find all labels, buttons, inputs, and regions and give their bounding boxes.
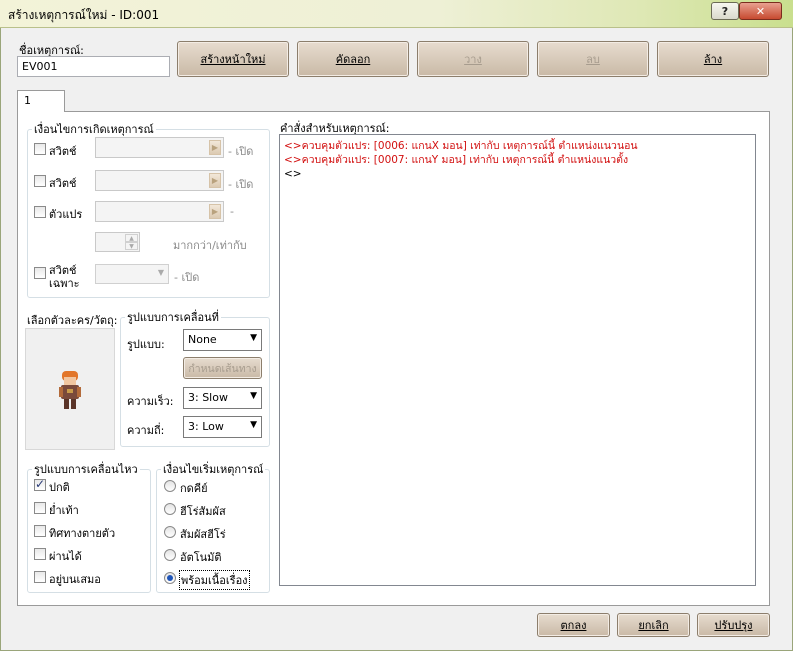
ok-button[interactable]: ตกลง — [537, 613, 610, 637]
variable-suffix: - — [230, 205, 234, 218]
copy-page-button[interactable]: คัดลอก — [297, 41, 409, 77]
cancel-button[interactable]: ยกเลิก — [617, 613, 690, 637]
trigger-radio-event-touch[interactable] — [164, 526, 176, 538]
trigger-label-parallel: พร้อมเนื้อเรื่อง — [179, 570, 250, 590]
trigger-title: เงื่อนไขเริ่มเหตุการณ์ — [163, 463, 264, 476]
variable-select[interactable]: ▶ — [95, 201, 224, 222]
title-bar[interactable]: สร้างเหตุการณ์ใหม่ - ID:001 ? ✕ — [0, 0, 793, 28]
chevron-down-icon: ▼ — [250, 420, 257, 430]
cancel-label: ยกเลิก — [638, 619, 669, 632]
paste-page-button[interactable]: วาง — [417, 41, 529, 77]
command-line-empty[interactable]: <> — [284, 167, 751, 181]
variable-label: ตัวแปร — [49, 208, 83, 221]
switch1-select[interactable]: ▶ — [95, 137, 224, 158]
command-line[interactable]: <>ควบคุมตัวแปร: [0006: แกนX มอน] เท่ากับ… — [284, 139, 751, 153]
option-label-through: ผ่านได้ — [49, 550, 82, 563]
trigger-radio-player-touch[interactable] — [164, 503, 176, 515]
switch2-checkbox[interactable] — [34, 175, 46, 187]
ok-label: ตกลง — [560, 619, 587, 632]
chevron-down-icon: ▼ — [157, 268, 164, 277]
graphic-label: เลือกตัวละคร/วัตถุ: — [27, 314, 118, 327]
frequency-label: ความถี่: — [127, 424, 165, 437]
option-checkbox-always-on-top[interactable] — [34, 571, 46, 583]
new-page-button[interactable]: สร้างหน้าใหม่ — [177, 41, 289, 77]
switch2-suffix: - เปิด — [228, 178, 254, 191]
apply-label: ปรับปรุง — [714, 619, 753, 632]
arrow-right-icon: ▶ — [209, 173, 221, 188]
options-title: รูปแบบการเคลื่อนไหว — [34, 463, 138, 476]
trigger-radio-autorun[interactable] — [164, 549, 176, 561]
switch2-label: สวิตช์ — [49, 177, 77, 190]
stepper-down-icon[interactable]: ▼ — [125, 242, 138, 250]
trigger-radio-parallel[interactable] — [164, 572, 176, 584]
character-sprite-icon — [59, 371, 81, 409]
movement-type-label: รูปแบบ: — [127, 338, 165, 351]
clear-page-button[interactable]: ล้าง — [657, 41, 769, 77]
close-button[interactable]: ✕ — [739, 2, 782, 20]
variable-checkbox[interactable] — [34, 206, 46, 218]
copy-label: คัดลอก — [335, 53, 371, 66]
option-label-always-on-top: อยู่บนเสมอ — [49, 573, 101, 586]
set-route-button[interactable]: กำหนดเส้นทาง — [183, 357, 262, 379]
variable-compare-label: มากกว่า/เท่ากับ — [173, 239, 247, 252]
graphic-preview[interactable] — [25, 328, 115, 450]
frequency-select[interactable]: 3: Low ▼ — [183, 416, 262, 438]
trigger-label-autorun: อัตโนมัติ — [180, 551, 222, 564]
window-title: สร้างเหตุการณ์ใหม่ - ID:001 — [8, 8, 160, 22]
set-route-label: กำหนดเส้นทาง — [188, 362, 257, 375]
frequency-value: 3: Low — [188, 420, 224, 433]
apply-button[interactable]: ปรับปรุง — [697, 613, 770, 637]
switch1-checkbox[interactable] — [34, 143, 46, 155]
option-label-normal: ปกติ — [49, 481, 70, 494]
stepper-up-icon[interactable]: ▲ — [125, 234, 138, 242]
option-label-fixed-direction: ทิศทางตายตัว — [49, 527, 116, 540]
option-checkbox-through[interactable] — [34, 548, 46, 560]
switch1-label: สวิตช์ — [49, 145, 77, 158]
conditions-title: เงื่อนไขการเกิดเหตุการณ์ — [34, 123, 154, 136]
self-switch-select[interactable]: ▼ — [95, 264, 169, 284]
delete-label: ลบ — [586, 53, 600, 66]
self-switch-checkbox[interactable] — [34, 267, 46, 279]
movement-type-value: None — [188, 333, 217, 346]
switch2-select[interactable]: ▶ — [95, 170, 224, 191]
command-line[interactable]: <>ควบคุมตัวแปร: [0007: แกนY มอน] เท่ากับ… — [284, 153, 751, 167]
option-checkbox-fixed-direction[interactable] — [34, 525, 46, 537]
option-checkbox-stepping[interactable] — [34, 502, 46, 514]
delete-page-button[interactable]: ลบ — [537, 41, 649, 77]
arrow-right-icon: ▶ — [209, 140, 221, 155]
chevron-down-icon: ▼ — [250, 391, 257, 401]
trigger-label-event-touch: สัมผัสฮีโร่ — [180, 528, 226, 541]
paste-label: วาง — [464, 53, 482, 66]
switch1-suffix: - เปิด — [228, 145, 254, 158]
help-button[interactable]: ? — [711, 2, 739, 20]
movement-type-select[interactable]: None ▼ — [183, 329, 262, 351]
speed-label: ความเร็ว: — [127, 395, 174, 408]
option-label-stepping: ย่ำเท้า — [49, 504, 79, 517]
arrow-right-icon: ▶ — [209, 204, 221, 219]
new-page-label: สร้างหน้าใหม่ — [200, 53, 266, 66]
variable-value-stepper[interactable]: ▲ ▼ — [95, 232, 140, 252]
event-name-input[interactable] — [17, 56, 170, 77]
speed-value: 3: Slow — [188, 391, 228, 404]
self-switch-suffix: - เปิด — [174, 271, 200, 284]
tab-page-1[interactable]: 1 — [17, 90, 65, 112]
option-checkbox-normal[interactable] — [34, 477, 46, 491]
self-switch-label-2: เฉพาะ — [49, 277, 80, 290]
movement-title: รูปแบบการเคลื่อนที่ — [127, 311, 219, 324]
trigger-radio-action-button[interactable] — [164, 480, 176, 492]
chevron-down-icon: ▼ — [250, 333, 257, 343]
trigger-label-action-button: กดคีย์ — [180, 482, 208, 495]
clear-label: ล้าง — [703, 53, 723, 66]
trigger-label-player-touch: ฮีโร่สัมผัส — [180, 505, 226, 518]
command-list[interactable]: <>ควบคุมตัวแปร: [0006: แกนX มอน] เท่ากับ… — [279, 134, 756, 586]
speed-select[interactable]: 3: Slow ▼ — [183, 387, 262, 409]
